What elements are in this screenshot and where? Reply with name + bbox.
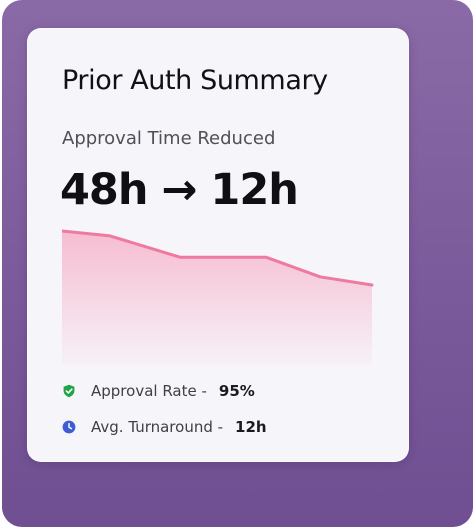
card-subtitle: Approval Time Reduced <box>62 128 276 149</box>
stat-value: 95% <box>218 382 255 400</box>
stat-label: Approval Rate - <box>91 382 207 400</box>
stat-avg-turnaround: Avg. Turnaround - 12h <box>62 409 267 445</box>
prior-auth-summary-card: Prior Auth Summary Approval Time Reduced… <box>27 28 409 462</box>
trend-area <box>62 231 372 365</box>
shield-check-icon <box>63 384 75 398</box>
card-title: Prior Auth Summary <box>62 65 328 96</box>
stats-list: Approval Rate - 95% Avg. Turnaround - 12… <box>62 373 267 445</box>
trend-chart <box>62 229 374 365</box>
stat-approval-rate: Approval Rate - 95% <box>62 373 267 409</box>
clock-icon <box>62 420 76 434</box>
approval-time-metric: 48h → 12h <box>60 165 299 215</box>
stat-label: Avg. Turnaround - <box>91 418 224 436</box>
stat-value: 12h <box>235 418 267 436</box>
